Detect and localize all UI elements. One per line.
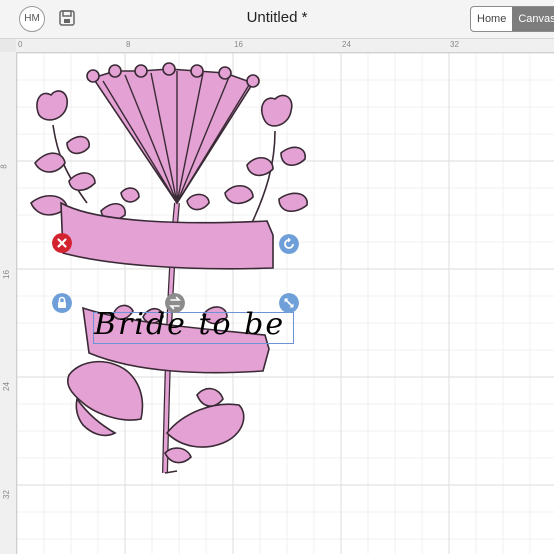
ruler-label: 16 (234, 40, 243, 49)
ruler-label: 8 (0, 164, 9, 169)
ruler-corner (0, 39, 17, 53)
ruler-horizontal[interactable]: 0 8 16 24 32 (16, 39, 554, 53)
ruler-vertical[interactable]: 8 16 24 32 (0, 52, 17, 554)
view-tabs: Home Canvas (470, 6, 554, 32)
lock-icon[interactable] (52, 293, 72, 313)
save-icon[interactable] (57, 8, 77, 28)
tab-canvas[interactable]: Canvas (512, 7, 554, 31)
ruler-label: 16 (1, 270, 11, 279)
tab-home[interactable]: Home (471, 7, 512, 31)
ruler-label: 24 (342, 40, 351, 49)
user-avatar[interactable]: HM (19, 6, 45, 32)
ruler-label: 8 (126, 40, 131, 49)
close-icon[interactable] (52, 233, 72, 253)
ruler-label: 24 (1, 382, 11, 391)
design-canvas[interactable]: Bride to be (17, 53, 554, 554)
banner-top (60, 201, 274, 270)
rotate-icon[interactable] (279, 234, 299, 254)
ruler-label: 32 (450, 40, 459, 49)
ruler-label: 0 (18, 40, 23, 49)
text-object[interactable]: Bride to be (94, 307, 285, 342)
move-icon[interactable] (165, 293, 185, 313)
top-toolbar: HM Untitled * Home Canvas (0, 0, 554, 39)
ruler-label: 32 (1, 490, 11, 499)
resize-icon[interactable] (279, 293, 299, 313)
